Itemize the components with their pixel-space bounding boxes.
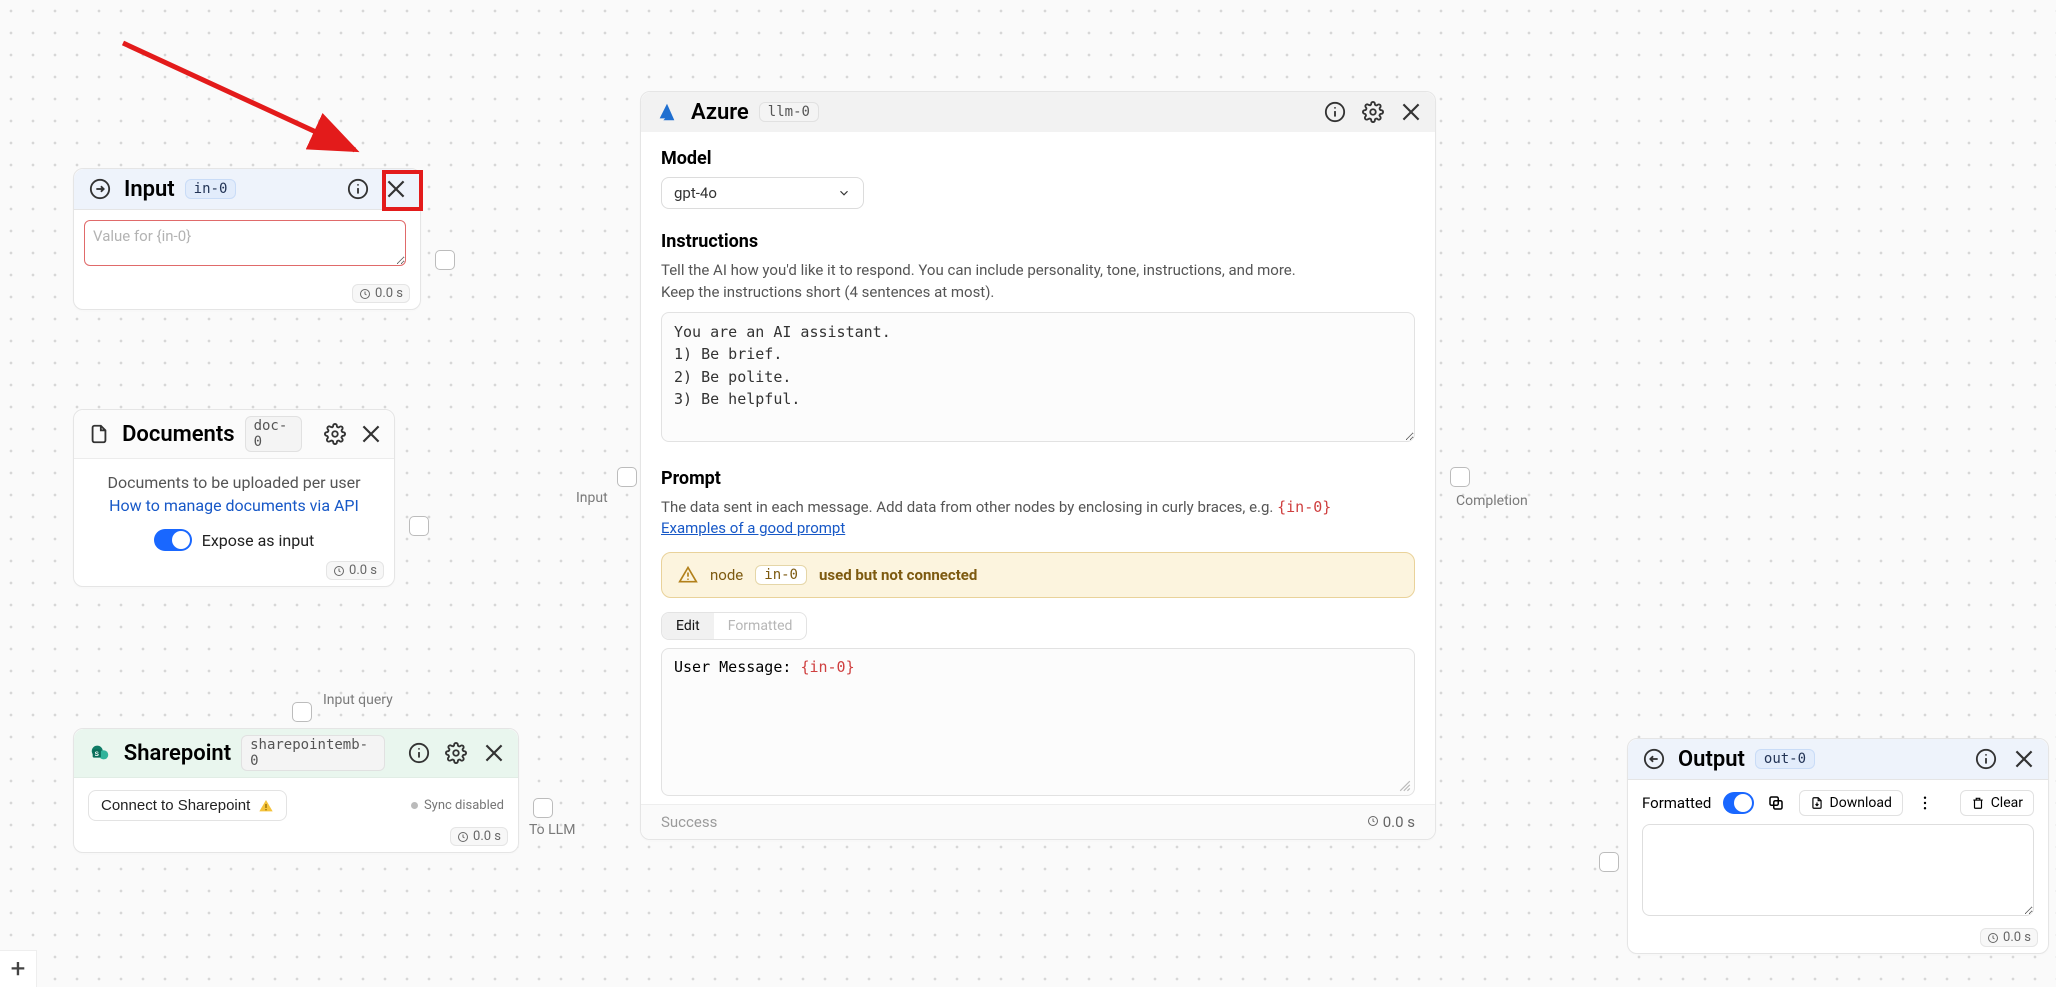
chevron-down-icon bbox=[837, 186, 851, 200]
documents-out-port[interactable] bbox=[409, 516, 429, 536]
runtime-badge: 0.0 s bbox=[1980, 928, 2038, 947]
instructions-hint: Tell the AI how you'd like it to respond… bbox=[661, 260, 1415, 304]
close-icon[interactable] bbox=[1397, 98, 1425, 126]
azure-in-port[interactable] bbox=[617, 467, 637, 487]
download-button[interactable]: Download bbox=[1799, 790, 1903, 816]
kebab-icon[interactable] bbox=[1915, 790, 1936, 816]
close-icon[interactable] bbox=[480, 739, 508, 767]
sharepoint-in-port-label: Input query bbox=[323, 692, 393, 708]
instructions-heading: Instructions bbox=[661, 231, 1415, 252]
prompt-warning: node in-0 used but not connected bbox=[661, 552, 1415, 598]
info-icon[interactable] bbox=[344, 175, 372, 203]
output-icon bbox=[1640, 745, 1668, 773]
documents-api-link[interactable]: How to manage documents via API bbox=[94, 496, 374, 515]
document-icon bbox=[86, 420, 112, 448]
node-id-chip: llm-0 bbox=[759, 102, 819, 122]
status-text: Success bbox=[661, 813, 717, 831]
tab-edit[interactable]: Edit bbox=[662, 613, 714, 639]
add-node-button[interactable]: + bbox=[0, 950, 37, 987]
gear-icon[interactable] bbox=[442, 739, 470, 767]
close-icon-highlight bbox=[382, 170, 423, 211]
connect-sharepoint-button[interactable]: Connect to Sharepoint bbox=[88, 790, 287, 821]
node-id-chip: in-0 bbox=[185, 179, 237, 199]
model-select[interactable]: gpt-4o bbox=[661, 177, 864, 209]
svg-text:S: S bbox=[95, 751, 100, 758]
input-value-textarea[interactable] bbox=[84, 220, 406, 266]
azure-out-port-label: Completion bbox=[1456, 493, 1528, 509]
annotation-arrow bbox=[115, 38, 385, 168]
prompt-hint: The data sent in each message. Add data … bbox=[661, 497, 1415, 541]
node-title: Input bbox=[124, 177, 175, 202]
clear-button[interactable]: Clear bbox=[1960, 790, 2034, 816]
node-id-chip: doc-0 bbox=[245, 416, 302, 452]
close-icon[interactable] bbox=[2010, 745, 2038, 773]
node-title: Azure bbox=[691, 100, 749, 125]
tab-formatted[interactable]: Formatted bbox=[714, 613, 807, 639]
sharepoint-icon: S bbox=[86, 739, 114, 767]
documents-node: Documents doc-0 Documents to be uploaded… bbox=[73, 409, 395, 587]
output-node: Output out-0 Formatted Download Clear bbox=[1627, 738, 2049, 954]
instructions-textarea[interactable] bbox=[661, 312, 1415, 442]
model-selected-value: gpt-4o bbox=[674, 184, 717, 202]
warning-icon bbox=[678, 565, 698, 585]
azure-node: Azure llm-0 Model gpt-4o Instructions Te… bbox=[640, 91, 1436, 840]
azure-out-port[interactable] bbox=[1450, 467, 1470, 487]
runtime-badge: 0.0 s bbox=[450, 827, 508, 846]
info-icon[interactable] bbox=[1321, 98, 1349, 126]
sync-status: Sync disabled bbox=[411, 798, 504, 813]
runtime-badge: 0.0 s bbox=[352, 284, 410, 303]
toggle-label: Expose as input bbox=[202, 531, 315, 550]
gear-icon[interactable] bbox=[322, 420, 348, 448]
input-node: Input in-0 0.0 s bbox=[73, 168, 421, 310]
sharepoint-out-port-label: To LLM bbox=[529, 822, 575, 838]
sharepoint-in-port[interactable] bbox=[292, 702, 312, 722]
input-icon bbox=[86, 175, 114, 203]
azure-in-port-label: Input bbox=[576, 490, 608, 506]
azure-icon bbox=[653, 98, 681, 126]
info-icon[interactable] bbox=[405, 739, 433, 767]
node-title: Output bbox=[1678, 747, 1745, 772]
copy-icon[interactable] bbox=[1766, 790, 1787, 816]
gear-icon[interactable] bbox=[1359, 98, 1387, 126]
prompt-heading: Prompt bbox=[661, 468, 1415, 489]
node-title: Documents bbox=[122, 422, 234, 447]
info-icon[interactable] bbox=[1972, 745, 2000, 773]
runtime-badge: 0.0 s bbox=[1367, 813, 1415, 831]
input-out-port[interactable] bbox=[435, 250, 455, 270]
documents-description: Documents to be uploaded per user bbox=[94, 473, 374, 492]
model-heading: Model bbox=[661, 148, 1415, 169]
node-id-chip: out-0 bbox=[1755, 749, 1815, 769]
prompt-view-tabs: Edit Formatted bbox=[661, 612, 807, 640]
close-icon[interactable] bbox=[358, 420, 384, 448]
node-id-chip: sharepointemb-0 bbox=[241, 735, 385, 771]
node-title: Sharepoint bbox=[124, 741, 231, 766]
output-in-port[interactable] bbox=[1599, 852, 1619, 872]
warning-ref-chip: in-0 bbox=[755, 565, 807, 585]
formatted-label: Formatted bbox=[1642, 794, 1711, 812]
sharepoint-out-port[interactable] bbox=[533, 798, 553, 818]
expose-as-input-toggle[interactable] bbox=[154, 529, 192, 551]
output-textarea[interactable] bbox=[1642, 824, 2034, 916]
runtime-badge: 0.0 s bbox=[326, 561, 384, 580]
sharepoint-node: S Sharepoint sharepointemb-0 Connect to … bbox=[73, 728, 519, 853]
examples-link[interactable]: Examples of a good prompt bbox=[661, 519, 845, 537]
formatted-toggle[interactable] bbox=[1723, 792, 1753, 814]
prompt-textarea[interactable]: User Message: {in-0} bbox=[661, 648, 1415, 796]
